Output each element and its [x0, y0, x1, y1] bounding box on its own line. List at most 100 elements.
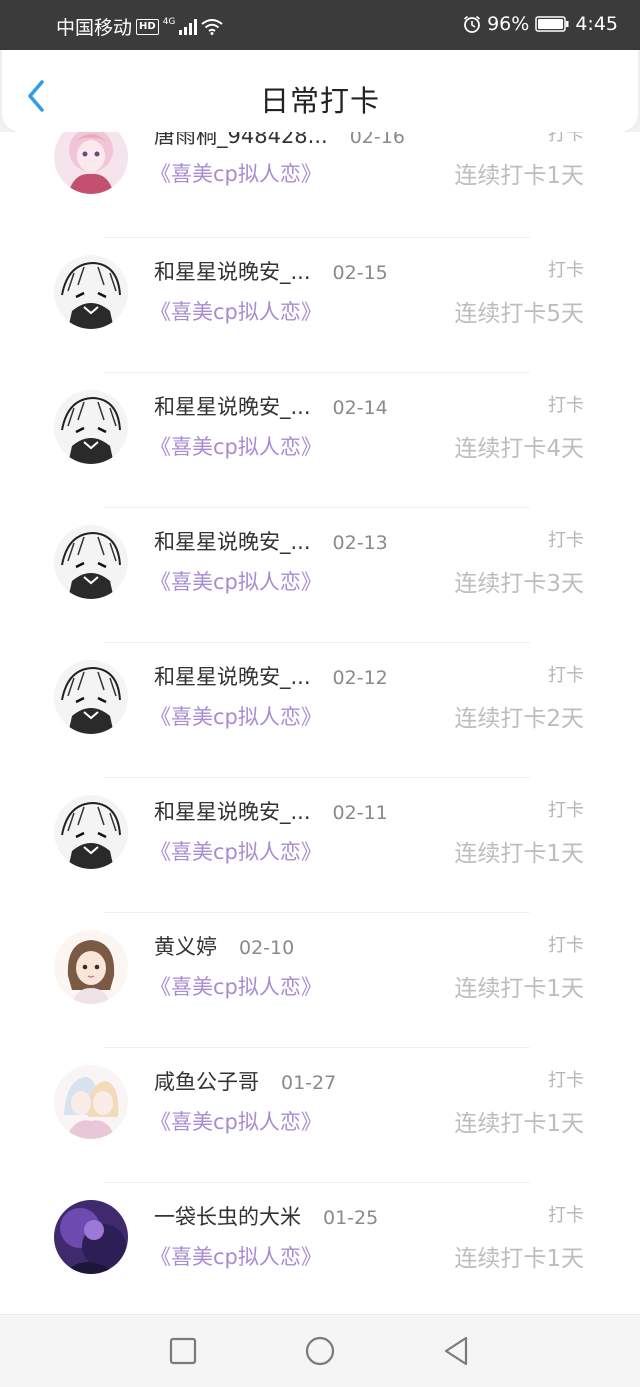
brown-hair-girl-avatar	[54, 930, 128, 1004]
book-link[interactable]: 《喜美cp拟人恋》	[150, 701, 322, 731]
checkin-tag: 打卡	[548, 935, 584, 956]
user-avatar[interactable]	[54, 525, 128, 599]
battery-percent: 96%	[487, 13, 530, 35]
status-left: 中国移动 HD 4G	[56, 13, 224, 40]
user-avatar[interactable]	[54, 795, 128, 869]
checkin-date: 02-15	[332, 262, 388, 284]
checkin-date: 01-25	[323, 1207, 379, 1229]
checkin-date: 01-27	[281, 1072, 337, 1094]
user-avatar[interactable]	[54, 930, 128, 1004]
streak-text: 连续打卡3天	[454, 571, 584, 597]
user-name: 和星星说晚安_... 02-15	[154, 256, 388, 286]
streak-text: 连续打卡1天	[454, 1111, 584, 1137]
user-name-text: 黄义婷	[154, 935, 217, 959]
book-link[interactable]: 《喜美cp拟人恋》	[150, 296, 322, 326]
recent-apps-button[interactable]	[165, 1333, 201, 1369]
list-item[interactable]: 和星星说晚安_... 02-12 《喜美cp拟人恋》 打卡 连续打卡2天	[0, 643, 640, 778]
streak-text: 连续打卡1天	[454, 163, 584, 189]
streak-text: 连续打卡1天	[454, 976, 584, 1002]
checkin-date: 02-14	[332, 397, 388, 419]
user-avatar[interactable]	[54, 132, 128, 194]
user-name-text: 和星星说晚安_...	[154, 530, 311, 554]
back-icon	[444, 1336, 468, 1366]
user-name: 黄义婷 02-10	[154, 931, 294, 961]
user-name: 咸鱼公子哥 01-27	[154, 1066, 336, 1096]
checkin-tag: 打卡	[548, 530, 584, 551]
checkin-list: 唐雨桐_948428... 02-16 《喜美cp拟人恋》 打卡 连续打卡1天 和…	[0, 132, 640, 1319]
book-link[interactable]: 《喜美cp拟人恋》	[150, 1241, 322, 1271]
user-name: 和星星说晚安_... 02-13	[154, 526, 388, 556]
battery-icon	[535, 16, 569, 32]
header: 日常打卡	[2, 50, 638, 132]
user-name: 和星星说晚安_... 02-11	[154, 796, 388, 826]
user-name-text: 和星星说晚安_...	[154, 665, 311, 689]
checkin-date: 02-11	[332, 802, 388, 824]
list-item[interactable]: 和星星说晚安_... 02-14 《喜美cp拟人恋》 打卡 连续打卡4天	[0, 373, 640, 508]
home-button[interactable]	[302, 1333, 338, 1369]
carrier-label: 中国移动	[56, 17, 133, 39]
checkin-tag: 打卡	[548, 665, 584, 686]
book-link[interactable]: 《喜美cp拟人恋》	[150, 431, 322, 461]
page-title: 日常打卡	[259, 84, 380, 118]
checkin-date: 02-16	[349, 132, 405, 148]
recent-apps-icon	[169, 1337, 197, 1365]
list-item[interactable]: 唐雨桐_948428... 02-16 《喜美cp拟人恋》 打卡 连续打卡1天	[0, 132, 640, 238]
checkin-date: 02-10	[239, 937, 295, 959]
user-avatar[interactable]	[54, 255, 128, 329]
manga-sketch-avatar	[54, 390, 128, 464]
home-icon	[305, 1336, 335, 1366]
streak-text: 连续打卡5天	[454, 301, 584, 327]
user-name-text: 咸鱼公子哥	[154, 1070, 259, 1094]
pastel-couple-avatar	[54, 1065, 128, 1139]
checkin-tag: 打卡	[548, 1070, 584, 1091]
checkin-tag: 打卡	[548, 800, 584, 821]
list-item[interactable]: 和星星说晚安_... 02-15 《喜美cp拟人恋》 打卡 连续打卡5天	[0, 238, 640, 373]
user-avatar[interactable]	[54, 1065, 128, 1139]
pink-hair-girl-avatar	[54, 132, 128, 194]
list-item[interactable]: 咸鱼公子哥 01-27 《喜美cp拟人恋》 打卡 连续打卡1天	[0, 1048, 640, 1183]
manga-sketch-avatar	[54, 525, 128, 599]
list-item[interactable]: 黄义婷 02-10 《喜美cp拟人恋》 打卡 连续打卡1天	[0, 913, 640, 1048]
manga-sketch-avatar	[54, 660, 128, 734]
book-link[interactable]: 《喜美cp拟人恋》	[150, 1106, 322, 1136]
checkin-tag: 打卡	[548, 1205, 584, 1226]
manga-sketch-avatar	[54, 795, 128, 869]
checkin-date: 02-13	[332, 532, 388, 554]
user-name: 唐雨桐_948428... 02-16	[154, 132, 405, 150]
checkin-tag: 打卡	[548, 395, 584, 416]
book-link[interactable]: 《喜美cp拟人恋》	[150, 566, 322, 596]
manga-sketch-avatar	[54, 255, 128, 329]
book-link[interactable]: 《喜美cp拟人恋》	[150, 836, 322, 866]
user-name: 和星星说晚安_... 02-14	[154, 391, 388, 421]
user-name-text: 和星星说晚安_...	[154, 395, 311, 419]
streak-text: 连续打卡1天	[454, 841, 584, 867]
status-right: 96% 4:45	[463, 13, 618, 35]
nav-back-button[interactable]	[438, 1333, 474, 1369]
user-name-text: 和星星说晚安_...	[154, 800, 311, 824]
book-link[interactable]: 《喜美cp拟人恋》	[150, 971, 322, 1001]
status-bar: 中国移动 HD 4G 96% 4:45	[0, 0, 640, 50]
user-name-text: 一袋长虫的大米	[154, 1205, 301, 1229]
user-name-text: 和星星说晚安_...	[154, 260, 311, 284]
network-type: 4G	[162, 16, 176, 27]
wifi-icon	[201, 18, 224, 35]
streak-text: 连续打卡2天	[454, 706, 584, 732]
user-name: 和星星说晚安_... 02-12	[154, 661, 388, 691]
hd-badge: HD	[136, 18, 159, 35]
checkin-date: 02-12	[332, 667, 388, 689]
checkin-tag: 打卡	[548, 132, 584, 145]
list-item[interactable]: 和星星说晚安_... 02-13 《喜美cp拟人恋》 打卡 连续打卡3天	[0, 508, 640, 643]
user-avatar[interactable]	[54, 390, 128, 464]
user-name: 一袋长虫的大米 01-25	[154, 1201, 378, 1231]
alarm-icon	[463, 15, 481, 33]
book-link[interactable]: 《喜美cp拟人恋》	[150, 158, 322, 188]
list-item[interactable]: 一袋长虫的大米 01-25 《喜美cp拟人恋》 打卡 连续打卡1天	[0, 1183, 640, 1319]
streak-text: 连续打卡1天	[454, 1246, 584, 1272]
signal-icon	[179, 18, 198, 35]
list-item[interactable]: 和星星说晚安_... 02-11 《喜美cp拟人恋》 打卡 连续打卡1天	[0, 778, 640, 913]
user-name-text: 唐雨桐_948428...	[154, 132, 328, 148]
purple-dark-avatar	[54, 1200, 128, 1274]
user-avatar[interactable]	[54, 660, 128, 734]
user-avatar[interactable]	[54, 1200, 128, 1274]
system-nav-bar	[0, 1314, 640, 1387]
